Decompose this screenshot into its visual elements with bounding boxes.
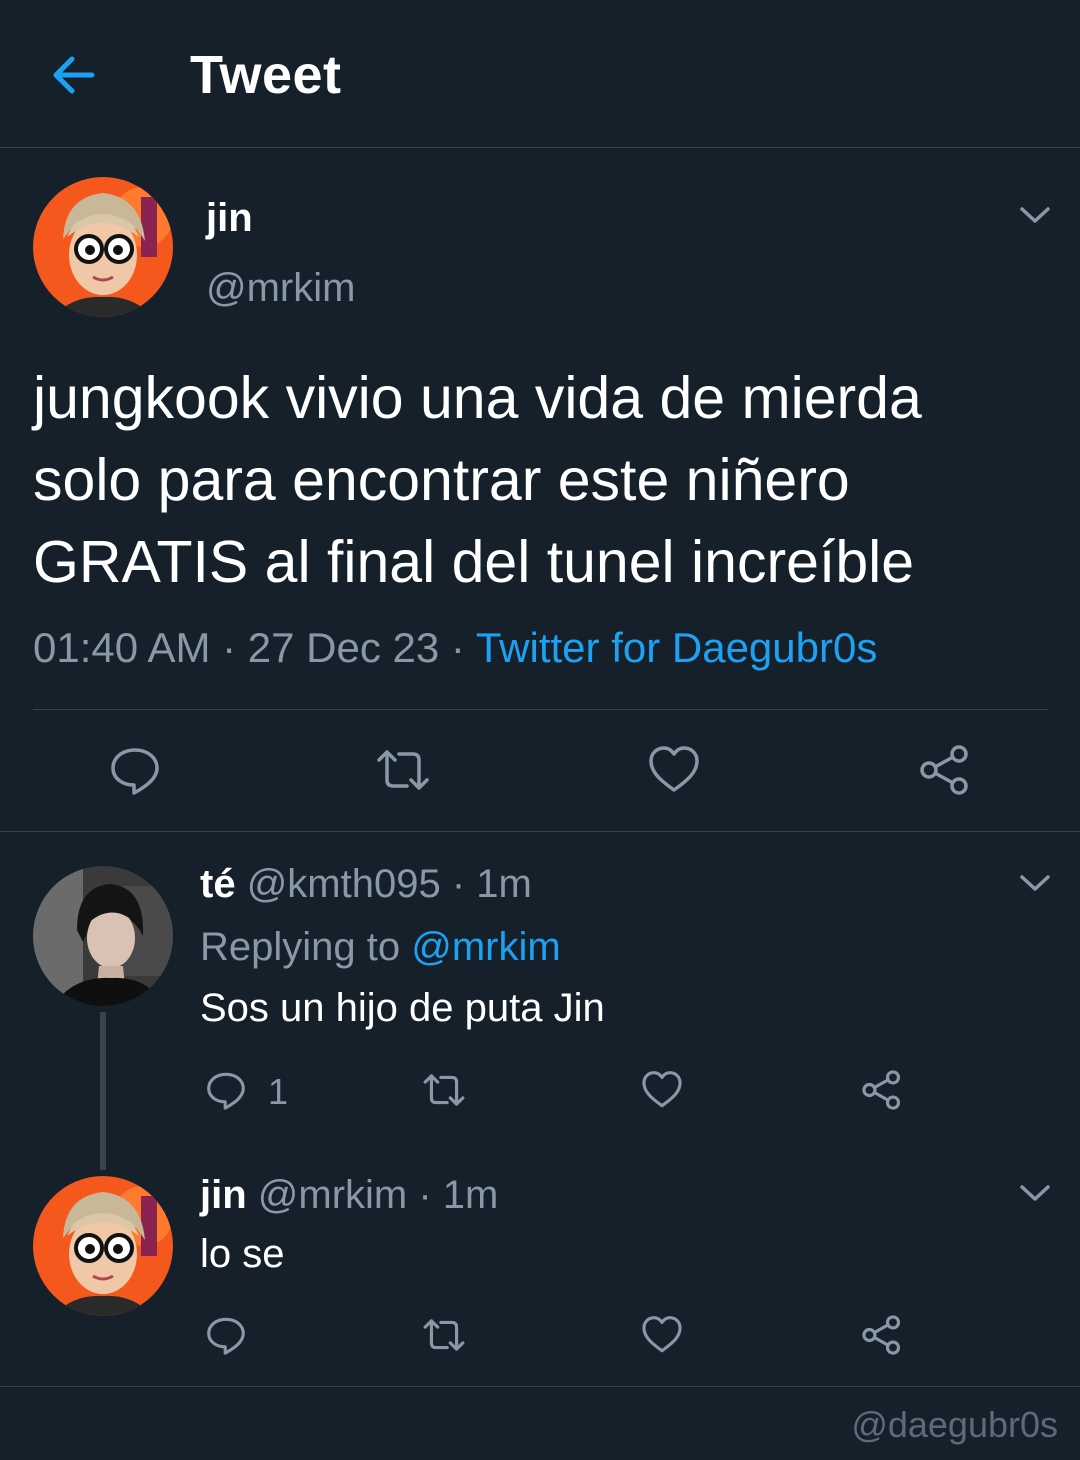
tweet-date: 27 Dec 23 xyxy=(247,624,440,671)
arrow-left-icon[interactable] xyxy=(48,50,98,100)
share-icon[interactable] xyxy=(860,1313,904,1357)
divider xyxy=(0,1386,1080,1387)
replying-to-label: Replying to xyxy=(200,925,412,969)
avatar[interactable] xyxy=(33,177,173,317)
meta-separator: · xyxy=(210,624,248,671)
tweet-text: jungkook vivio una vida de mierda solo p… xyxy=(33,365,922,595)
replying-to-mention[interactable]: @mrkim xyxy=(411,925,560,969)
tweet-time: 01:40 AM xyxy=(33,624,211,671)
share-icon[interactable] xyxy=(917,742,973,798)
like-icon[interactable] xyxy=(646,742,702,798)
avatar[interactable] xyxy=(33,866,173,1006)
reply-time: 1m xyxy=(476,862,532,906)
like-icon[interactable] xyxy=(640,1068,684,1112)
reply-icon[interactable] xyxy=(107,742,163,798)
chevron-down-icon[interactable] xyxy=(1018,205,1052,225)
reply-icon[interactable] xyxy=(204,1068,248,1112)
reply-author-name[interactable]: jin xyxy=(200,1173,247,1217)
share-icon[interactable] xyxy=(860,1068,904,1112)
thread-line xyxy=(100,1012,106,1170)
tweet-meta: 01:40 AM · 27 Dec 23 · Twitter for Daegu… xyxy=(33,624,877,672)
author-handle[interactable]: @mrkim xyxy=(206,266,355,311)
divider xyxy=(0,831,1080,832)
chevron-down-icon[interactable] xyxy=(1018,1183,1052,1203)
watermark: @daegubr0s xyxy=(851,1404,1058,1445)
avatar[interactable] xyxy=(33,1176,173,1316)
author-name[interactable]: jin xyxy=(206,196,253,241)
reply-icon[interactable] xyxy=(204,1313,248,1357)
divider xyxy=(33,709,1048,710)
chevron-down-icon[interactable] xyxy=(1018,873,1052,893)
reply-text: Sos un hijo de puta Jin xyxy=(200,986,605,1030)
reply-author-handle[interactable]: @mrkim xyxy=(258,1173,407,1217)
meta-separator: · xyxy=(407,1173,443,1217)
top-bar: Tweet xyxy=(0,0,1080,148)
reply-author-name[interactable]: té xyxy=(200,862,236,906)
reply-text: lo se xyxy=(200,1232,285,1276)
reply-header: jin @mrkim · 1m xyxy=(200,1173,498,1218)
replying-to: Replying to @mrkim xyxy=(200,925,561,970)
tweet-source-link[interactable]: Twitter for Daegubr0s xyxy=(476,624,878,671)
retweet-icon[interactable] xyxy=(375,742,431,798)
retweet-icon[interactable] xyxy=(422,1068,466,1112)
like-icon[interactable] xyxy=(640,1313,684,1357)
reply-author-handle[interactable]: @kmth095 xyxy=(247,862,441,906)
meta-separator: · xyxy=(439,624,476,671)
page-title: Tweet xyxy=(190,45,342,105)
reply-time: 1m xyxy=(442,1173,499,1217)
reply-count: 1 xyxy=(268,1071,289,1112)
meta-separator: · xyxy=(440,862,477,906)
reply-header: té @kmth095 · 1m xyxy=(200,862,532,907)
retweet-icon[interactable] xyxy=(422,1313,466,1357)
